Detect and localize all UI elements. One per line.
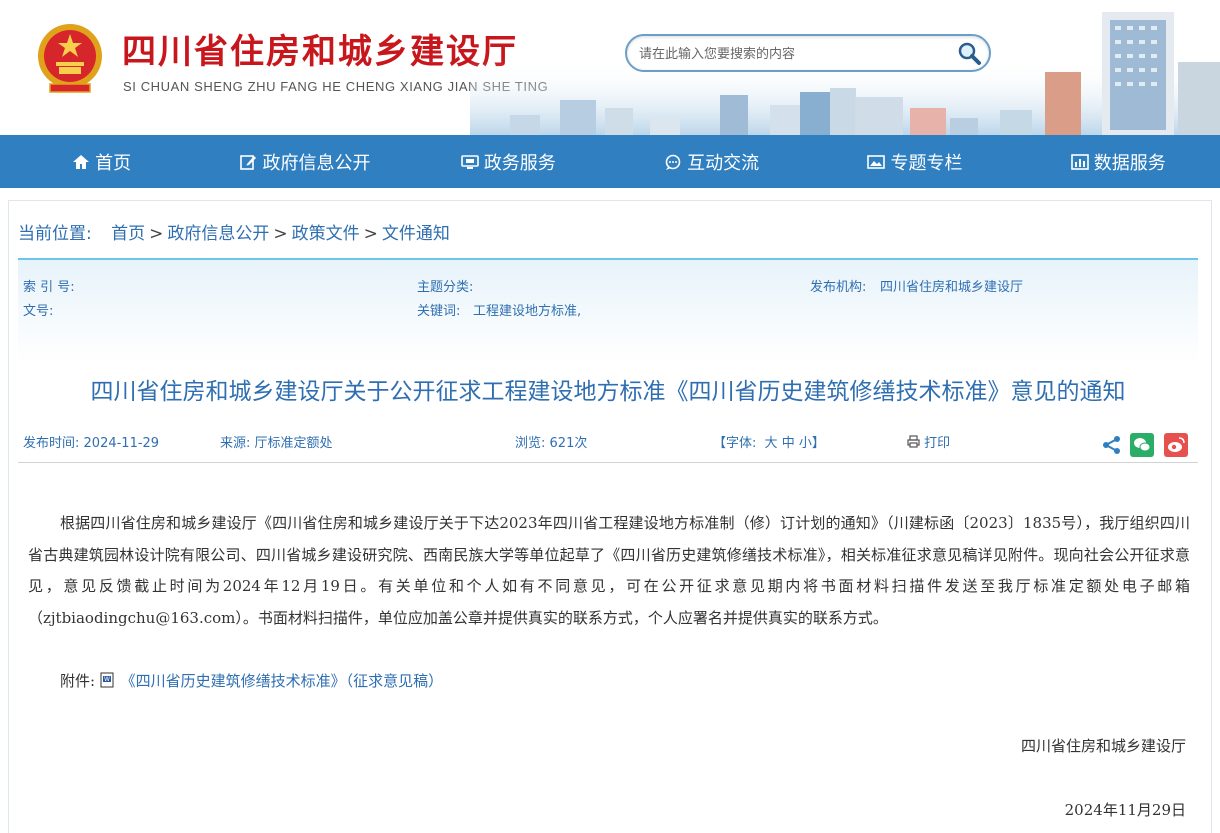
breadcrumb-gov-info[interactable]: 政府信息公开	[167, 224, 269, 244]
document-info-bar: 发布时间: 2024-11-29 来源: 厅标准定额处 浏览: 621次 【字体…	[18, 425, 1198, 463]
word-document-icon: W	[100, 672, 114, 688]
breadcrumb-notices[interactable]: 文件通知	[382, 224, 450, 244]
publish-time: 发布时间: 2024-11-29	[23, 432, 159, 451]
font-size-label: 【字体:	[713, 436, 757, 451]
national-emblem-icon[interactable]	[36, 22, 104, 94]
source-label: 来源:	[220, 436, 251, 451]
source-value: 厅标准定额处	[254, 436, 333, 451]
home-icon	[73, 154, 90, 169]
nav-item-gov-service[interactable]: 政务服务	[407, 135, 610, 188]
chat-icon	[665, 154, 681, 170]
document-meta-panel	[18, 258, 1198, 363]
breadcrumb: 当前位置: 首页 > 政府信息公开 > 政策文件 > 文件通知	[18, 219, 450, 244]
svg-text:W: W	[104, 676, 110, 683]
attachment-label: 附件:	[60, 672, 96, 690]
weibo-icon[interactable]	[1164, 433, 1188, 457]
publish-time-label: 发布时间:	[23, 436, 80, 451]
breadcrumb-label: 当前位置:	[18, 224, 92, 244]
document-title: 四川省住房和城乡建设厅关于公开征求工程建设地方标准《四川省历史建筑修缮技术标准》…	[90, 379, 1126, 405]
site-title: 四川省住房和城乡建设厅	[122, 32, 518, 72]
nav-item-gov-info[interactable]: 政府信息公开	[203, 135, 406, 188]
nav-item-data-service[interactable]: 数据服务	[1017, 135, 1220, 188]
font-size-control: 【字体: 大 中 小】	[713, 432, 825, 451]
nav-label: 政务服务	[483, 152, 556, 174]
print-icon	[907, 435, 920, 448]
meta-index-label: 索 引 号:	[23, 280, 75, 295]
font-size-medium[interactable]: 中	[782, 436, 795, 451]
document-body: 根据四川省住房和城乡建设厅《四川省住房和城乡建设厅关于下达2023年四川省工程建…	[28, 514, 1190, 627]
meta-keywords-label: 关键词:	[417, 304, 461, 319]
attachment-row: 附件: W 《四川省历史建筑修缮技术标准》（征求意见稿）	[60, 670, 443, 691]
nav-item-interaction[interactable]: 互动交流	[610, 135, 813, 188]
search-input[interactable]	[639, 44, 949, 64]
nav-label: 首页	[95, 152, 132, 174]
meta-publisher-label: 发布机构:	[810, 280, 867, 295]
font-size-large[interactable]: 大	[765, 436, 778, 451]
share-icon[interactable]	[1101, 434, 1123, 456]
chart-icon	[1070, 153, 1089, 170]
meta-keywords-value: 工程建设地方标准,	[473, 304, 582, 319]
breadcrumb-home[interactable]: 首页	[111, 224, 145, 244]
main-nav: 首页 政府信息公开 政务服务 互动交流 专题专栏 数据服务	[0, 135, 1220, 188]
wechat-icon[interactable]	[1130, 433, 1154, 457]
breadcrumb-separator: >	[363, 224, 378, 244]
source: 来源: 厅标准定额处	[220, 432, 333, 451]
edit-icon	[240, 154, 257, 170]
site-header: 四川省住房和城乡建设厅 SI CHUAN SHENG ZHU FANG HE C…	[0, 0, 1220, 135]
nav-item-special-topics[interactable]: 专题专栏	[813, 135, 1016, 188]
views-value: 621次	[549, 436, 588, 451]
monitor-icon	[461, 154, 479, 169]
breadcrumb-separator: >	[149, 224, 164, 244]
search-box	[625, 34, 991, 72]
publish-time-value: 2024-11-29	[83, 436, 160, 451]
breadcrumb-separator: >	[273, 224, 288, 244]
meta-publisher-value: 四川省住房和城乡建设厅	[880, 280, 1024, 295]
meta-category-label: 主题分类:	[417, 280, 474, 295]
signature-date: 2024年11月29日	[1064, 801, 1186, 819]
font-size-small[interactable]: 小	[799, 436, 812, 451]
breadcrumb-policy-docs[interactable]: 政策文件	[292, 224, 360, 244]
nav-label: 专题专栏	[890, 152, 963, 174]
nav-label: 政府信息公开	[262, 152, 371, 174]
nav-label: 互动交流	[687, 152, 760, 174]
nav-label: 数据服务	[1093, 152, 1166, 174]
attachment-link[interactable]: 《四川省历史建筑修缮技术标准》（征求意见稿）	[121, 672, 444, 690]
font-size-bracket: 】	[811, 436, 825, 451]
print-label: 打印	[924, 436, 951, 451]
views-label: 浏览:	[515, 436, 546, 451]
nav-item-home[interactable]: 首页	[0, 135, 203, 188]
meta-doc-no-label: 文号:	[23, 304, 54, 319]
views: 浏览: 621次	[515, 432, 587, 451]
print-button[interactable]: 打印	[907, 432, 950, 451]
search-icon[interactable]	[955, 39, 983, 67]
image-icon	[867, 154, 886, 169]
signature-organization: 四川省住房和城乡建设厅	[1020, 737, 1186, 755]
